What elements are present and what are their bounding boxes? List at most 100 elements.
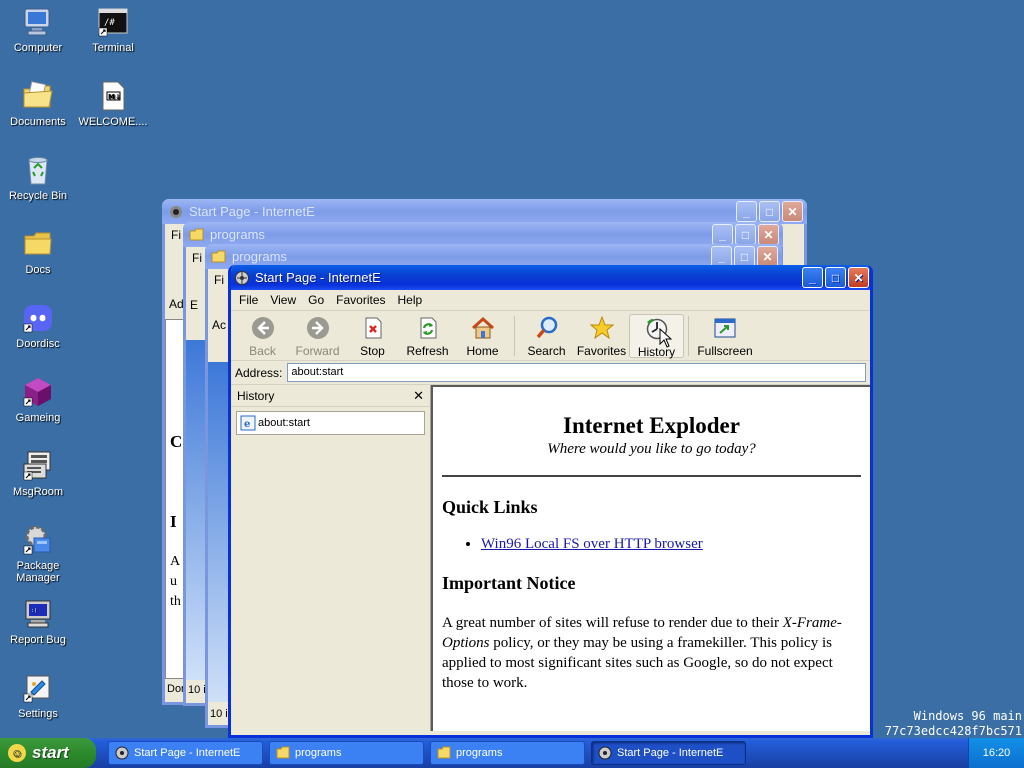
toolbar: Back Forward Stop Refresh Home Search Fa… <box>231 311 870 361</box>
settings-icon <box>22 672 54 704</box>
taskbar-item-internet-explorer[interactable]: Start Page - InternetE <box>108 741 263 765</box>
address-input[interactable]: about:start <box>287 363 866 382</box>
maximize-button[interactable]: □ <box>735 224 756 245</box>
favorites-button[interactable]: Favorites <box>574 314 629 358</box>
menu-bar: File View Go Favorites Help <box>231 290 870 311</box>
home-button[interactable]: Home <box>455 314 510 358</box>
stop-icon <box>361 316 385 340</box>
page-heading: Internet Exploder <box>563 413 740 438</box>
desktop-icon-doordisc[interactable]: Doordisc <box>0 302 76 350</box>
address-fragment: E <box>190 298 199 312</box>
minimize-button[interactable]: _ <box>802 267 823 288</box>
page-viewport: Internet Exploder Where would you like t… <box>431 385 870 731</box>
close-button[interactable]: ✕ <box>782 201 803 222</box>
maximize-button[interactable]: □ <box>825 267 846 288</box>
search-button[interactable]: Search <box>519 314 574 358</box>
markdown-file-icon: M↓ <box>97 80 129 112</box>
history-panel-close-button[interactable]: ✕ <box>413 388 424 404</box>
desktop-icon-docs[interactable]: Docs <box>0 228 76 276</box>
status-bar-fragment: 10 i <box>188 684 206 696</box>
toolbar-separator <box>514 315 515 356</box>
star-icon <box>589 315 614 340</box>
refresh-button[interactable]: Refresh <box>400 314 455 358</box>
desktop-icon-welcome[interactable]: M↓ WELCOME.... <box>75 80 151 128</box>
desktop-icon-gameing[interactable]: Gameing <box>0 376 76 424</box>
taskbar: ☺ start Start Page - InternetE programs … <box>0 738 1024 768</box>
ie-icon <box>234 270 250 286</box>
desktop-icon-package-manager[interactable]: Package Manager <box>0 524 76 584</box>
svg-text:M↓: M↓ <box>108 93 121 101</box>
menu-view[interactable]: View <box>264 293 302 307</box>
back-button[interactable]: Back <box>235 314 290 358</box>
stop-button[interactable]: Stop <box>345 314 400 358</box>
titlebar[interactable]: Start Page - InternetE _ □ ✕ <box>162 199 807 224</box>
text-fragment: th <box>170 594 181 609</box>
clock[interactable]: 16:20 <box>983 747 1011 759</box>
desktop-icon-recycle-bin[interactable]: Recycle Bin <box>0 154 76 202</box>
svg-text:/#: /# <box>104 18 115 28</box>
horizontal-rule <box>442 475 861 477</box>
minimize-button[interactable]: _ <box>711 246 732 267</box>
minimize-button[interactable]: _ <box>736 201 757 222</box>
menu-favorites[interactable]: Favorites <box>330 293 391 307</box>
start-button[interactable]: ☺ start <box>0 738 96 768</box>
notice-paragraph: A great number of sites will refuse to r… <box>442 615 842 691</box>
ie-icon <box>598 746 612 760</box>
address-fragment: Ac <box>212 318 227 332</box>
text-fragment: A <box>170 554 181 569</box>
page-content-fragment: C I A u th <box>165 319 185 679</box>
desktop-icon-settings[interactable]: Settings <box>0 672 76 720</box>
desktop-icon-computer[interactable]: Computer <box>0 6 76 54</box>
menu-file[interactable]: File <box>233 293 264 307</box>
close-button[interactable]: ✕ <box>848 267 869 288</box>
maximize-button[interactable]: □ <box>759 201 780 222</box>
history-item[interactable]: e about:start <box>236 411 425 435</box>
titlebar[interactable]: Start Page - InternetE _ □ ✕ <box>231 265 870 290</box>
window-internet-explorer[interactable]: Start Page - InternetE _ □ ✕ File View G… <box>228 265 873 738</box>
history-button[interactable]: History <box>629 313 684 359</box>
minimize-button[interactable]: _ <box>712 224 733 245</box>
history-panel-title: History <box>237 388 275 403</box>
computer-icon <box>22 6 54 38</box>
close-button[interactable]: ✕ <box>757 246 778 267</box>
documents-folder-icon <box>22 80 54 112</box>
taskbar-item-programs[interactable]: programs <box>269 741 424 765</box>
menu-help[interactable]: Help <box>392 293 429 307</box>
toolbar-separator <box>688 315 689 356</box>
menu-go[interactable]: Go <box>302 293 330 307</box>
quick-links-heading: Quick Links <box>442 497 538 517</box>
maximize-button[interactable]: □ <box>734 246 755 267</box>
back-arrow-icon <box>251 316 275 340</box>
desktop-icon-terminal[interactable]: /# Terminal <box>75 6 151 54</box>
svg-text::(: :( <box>31 608 37 614</box>
taskbar-item-programs[interactable]: programs <box>430 741 585 765</box>
refresh-icon <box>416 316 440 340</box>
link-win96-local-fs[interactable]: Win96 Local FS over HTTP browser <box>481 536 703 552</box>
folder-icon <box>211 249 227 265</box>
desktop-icon-msgroom[interactable]: MsgRoom <box>0 450 76 498</box>
quick-links-list: Win96 Local FS over HTTP browser <box>481 536 861 553</box>
close-button[interactable]: ✕ <box>758 224 779 245</box>
desktop-icon-documents[interactable]: Documents <box>0 80 76 128</box>
build-watermark-line2: 77c73edcc428f7bc571 <box>884 724 1022 738</box>
heading-fragment: I <box>170 512 177 531</box>
terminal-icon: /# <box>97 6 129 38</box>
package-manager-icon <box>22 524 54 556</box>
status-bar-fragment: 10 i <box>210 708 228 720</box>
forward-button[interactable]: Forward <box>290 314 345 358</box>
ie-icon <box>168 204 184 220</box>
address-label: Address: <box>235 365 283 380</box>
mouse-cursor-icon <box>659 327 673 351</box>
heading-fragment: C <box>170 432 183 451</box>
ie-page-icon: e <box>240 415 256 431</box>
desktop-icon-report-bug[interactable]: :( Report Bug <box>0 598 76 646</box>
content-area: History ✕ e about:start Internet Explode… <box>231 385 870 731</box>
address-bar: Address: about:start <box>231 361 870 385</box>
important-notice-heading: Important Notice <box>442 573 576 593</box>
cube-icon <box>22 376 54 408</box>
home-icon <box>471 316 495 340</box>
folder-icon <box>189 227 205 243</box>
folder-icon <box>437 746 451 760</box>
fullscreen-button[interactable]: Fullscreen <box>693 314 757 358</box>
taskbar-item-internet-explorer-active[interactable]: Start Page - InternetE <box>591 741 746 765</box>
